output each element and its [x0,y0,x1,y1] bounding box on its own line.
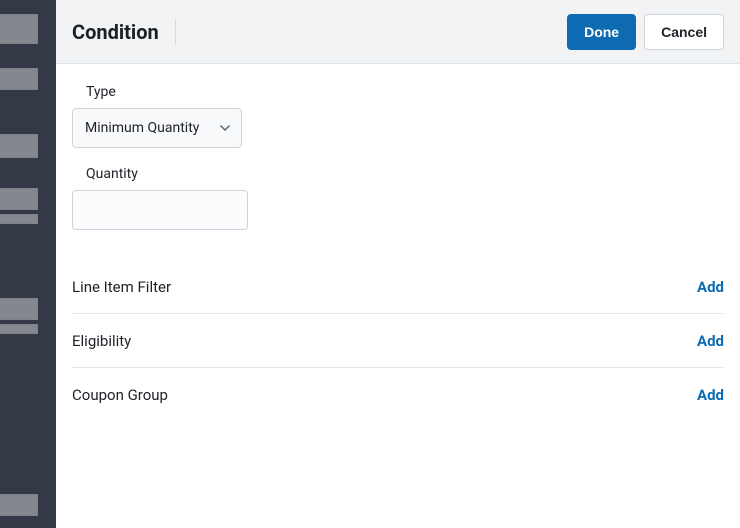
cancel-button-label: Cancel [661,24,707,40]
page-title: Condition [72,20,159,44]
field-type: Type Minimum Quantity [72,84,724,148]
add-button[interactable]: Add [697,386,724,404]
panel-body: Type Minimum Quantity Quantity Line Item… [56,64,740,442]
section-row-eligibility: Eligibility Add [72,314,724,368]
app-viewport: min Condition Done Cancel Type Mini [0,0,740,528]
type-select-value: Minimum Quantity [85,120,199,136]
section-list: Line Item Filter Add Eligibility Add Cou… [72,260,724,422]
section-row-coupon-group: Coupon Group Add [72,368,724,422]
add-button[interactable]: Add [697,332,724,350]
section-label: Coupon Group [72,386,168,404]
cancel-button[interactable]: Cancel [644,14,724,50]
type-label: Type [72,84,724,100]
background-overlay [0,0,56,528]
add-button[interactable]: Add [697,278,724,296]
type-select[interactable]: Minimum Quantity [72,108,242,148]
done-button-label: Done [584,24,619,40]
section-label: Eligibility [72,332,131,350]
section-row-line-item-filter: Line Item Filter Add [72,260,724,314]
panel-header: Condition Done Cancel [56,0,740,64]
quantity-label: Quantity [72,166,724,182]
condition-panel: Condition Done Cancel Type Minimum Quant… [56,0,740,528]
done-button[interactable]: Done [567,14,636,50]
section-label: Line Item Filter [72,278,171,296]
quantity-input[interactable] [72,190,248,230]
title-divider [175,19,176,45]
field-quantity: Quantity [72,166,724,230]
chevron-down-icon [219,122,231,134]
